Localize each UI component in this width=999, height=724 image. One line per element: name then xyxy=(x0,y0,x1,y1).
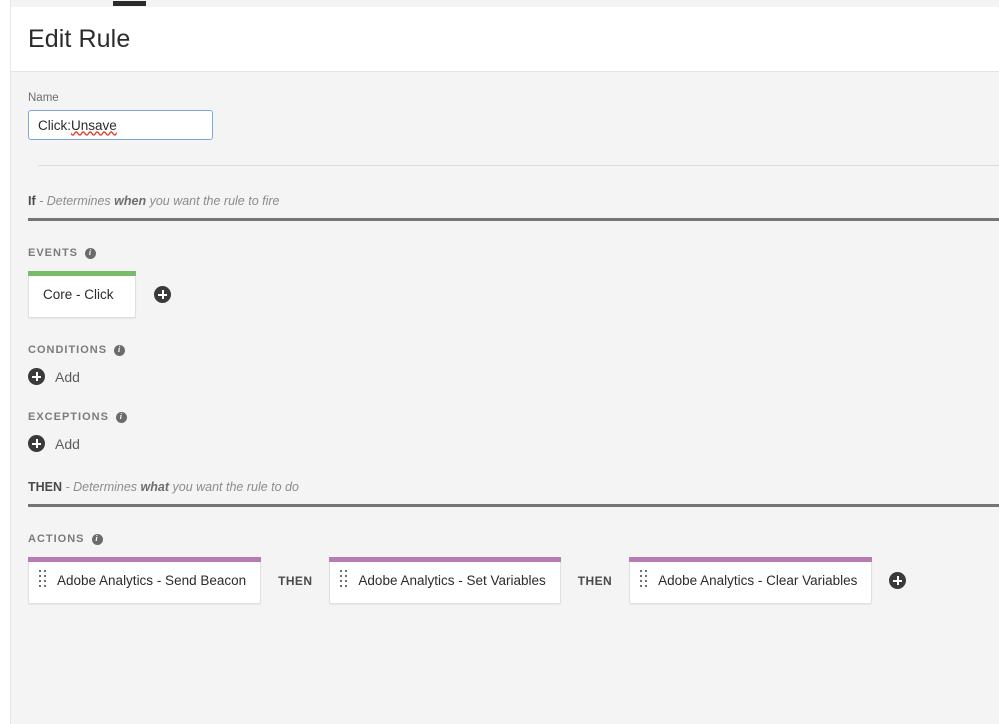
events-section-label: EVENTS i xyxy=(28,247,999,259)
info-icon[interactable]: i xyxy=(114,345,125,356)
name-input-value-misspelled: Unsave xyxy=(71,118,117,133)
add-event-plus-icon[interactable] xyxy=(154,286,171,303)
then-headline: THEN - Determines what you want the rule… xyxy=(28,452,999,504)
then-text-before: Determines xyxy=(73,480,140,494)
name-field-block: Name Click: Unsave xyxy=(28,72,999,165)
add-condition-row[interactable]: Add xyxy=(28,368,999,385)
conditions-section-label: CONDITIONS i xyxy=(28,344,999,356)
then-text-after: you want the rule to do xyxy=(169,480,299,494)
info-icon[interactable]: i xyxy=(85,248,96,259)
tab-strip[interactable] xyxy=(11,0,999,7)
then-lead-label: THEN xyxy=(28,480,62,494)
then-dash: - xyxy=(62,480,73,494)
actions-label-text: ACTIONS xyxy=(28,533,85,545)
info-icon[interactable]: i xyxy=(92,534,103,545)
drag-handle-icon[interactable] xyxy=(39,570,46,590)
name-input-value-prefix: Click: xyxy=(38,118,71,133)
events-card-row: Core - Click xyxy=(28,271,999,318)
then-connector-2: THEN xyxy=(561,574,629,588)
add-condition-label: Add xyxy=(55,369,80,385)
edit-rule-panel: Edit Rule Name Click: Unsave If - Determ… xyxy=(11,7,999,724)
action-accent-bar xyxy=(629,557,872,562)
add-action-wrap xyxy=(872,572,906,589)
events-section: EVENTS i Core - Click xyxy=(28,221,999,318)
if-text-after: you want the rule to fire xyxy=(146,194,279,208)
action-card-set-variables[interactable]: Adobe Analytics - Set Variables xyxy=(329,557,560,604)
left-gutter xyxy=(0,0,11,724)
exceptions-label-text: EXCEPTIONS xyxy=(28,411,109,423)
then-connector-1: THEN xyxy=(261,574,329,588)
action-accent-bar xyxy=(329,557,560,562)
if-dash: - xyxy=(36,194,47,208)
actions-section: ACTIONS i Adobe Analytics - Send Beacon … xyxy=(28,507,999,604)
panel-body: Name Click: Unsave If - Determines when … xyxy=(11,72,999,604)
if-lead-label: If xyxy=(28,194,36,208)
add-condition-plus-icon[interactable] xyxy=(28,368,45,385)
exceptions-section: EXCEPTIONS i Add xyxy=(28,385,999,452)
name-field-label: Name xyxy=(28,92,999,104)
events-label-text: EVENTS xyxy=(28,247,78,259)
info-icon[interactable]: i xyxy=(116,412,127,423)
add-exception-plus-icon[interactable] xyxy=(28,435,45,452)
page-title: Edit Rule xyxy=(28,25,130,54)
action-card-label: Adobe Analytics - Send Beacon xyxy=(57,573,246,588)
panel-header: Edit Rule xyxy=(11,7,999,72)
actions-section-label: ACTIONS i xyxy=(28,533,999,545)
action-card-label: Adobe Analytics - Clear Variables xyxy=(658,573,857,588)
drag-handle-icon[interactable] xyxy=(640,570,647,590)
then-accent-word: what xyxy=(141,480,169,494)
add-action-plus-icon[interactable] xyxy=(889,572,906,589)
action-card-clear-variables[interactable]: Adobe Analytics - Clear Variables xyxy=(629,557,872,604)
if-headline: If - Determines when you want the rule t… xyxy=(28,166,999,218)
if-accent-word: when xyxy=(114,194,146,208)
add-exception-label: Add xyxy=(55,436,80,452)
event-card-label: Core - Click xyxy=(43,287,114,302)
exceptions-section-label: EXCEPTIONS i xyxy=(28,411,999,423)
app-shell: Edit Rule Name Click: Unsave If - Determ… xyxy=(0,0,999,724)
drag-handle-icon[interactable] xyxy=(340,570,347,590)
actions-card-row: Adobe Analytics - Send Beacon THEN Adobe… xyxy=(28,557,999,604)
add-exception-row[interactable]: Add xyxy=(28,435,999,452)
conditions-label-text: CONDITIONS xyxy=(28,344,107,356)
conditions-section: CONDITIONS i Add xyxy=(28,318,999,385)
name-input[interactable]: Click: Unsave xyxy=(28,110,213,140)
action-accent-bar xyxy=(28,557,261,562)
action-card-label: Adobe Analytics - Set Variables xyxy=(358,573,545,588)
action-card-send-beacon[interactable]: Adobe Analytics - Send Beacon xyxy=(28,557,261,604)
event-accent-bar xyxy=(28,271,136,276)
event-card-core-click[interactable]: Core - Click xyxy=(28,271,136,318)
if-text-before: Determines xyxy=(47,194,114,208)
active-tab-indicator[interactable] xyxy=(113,1,146,6)
